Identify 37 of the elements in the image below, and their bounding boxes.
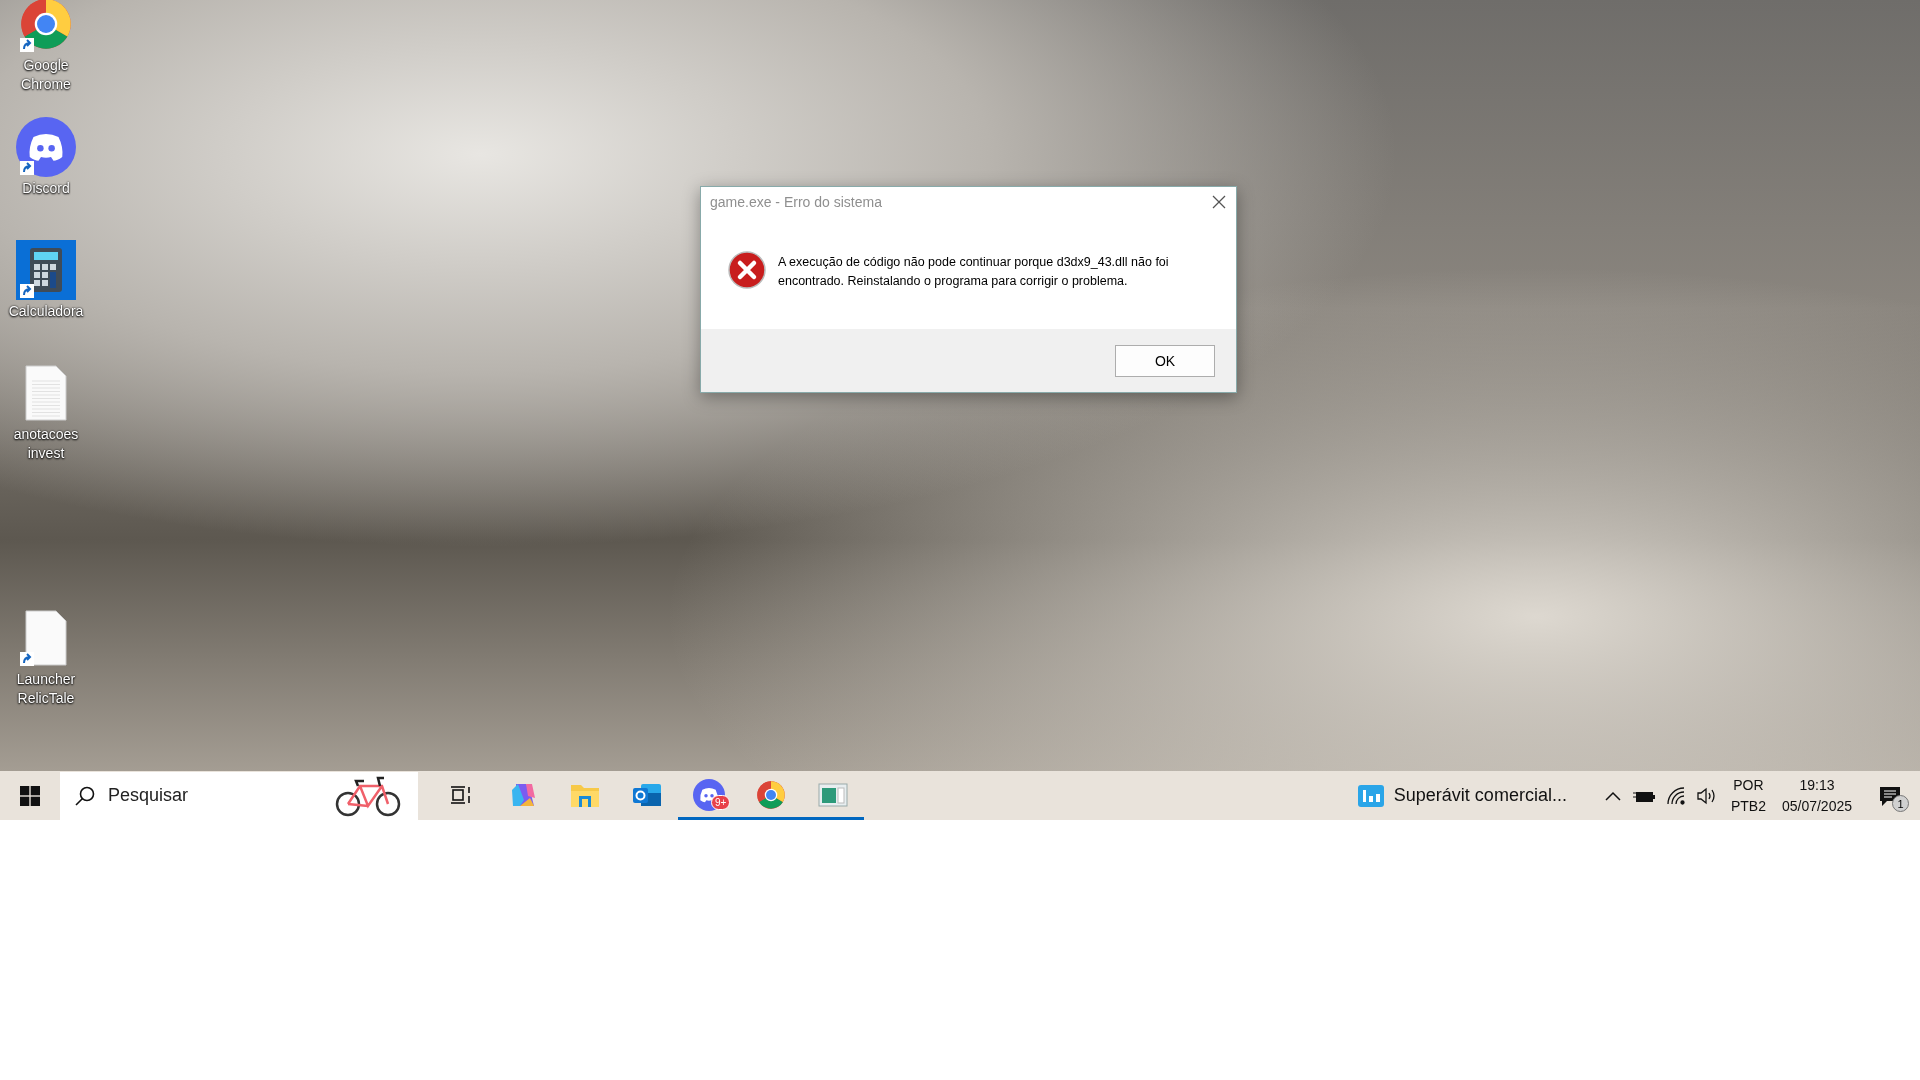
blank-file-icon bbox=[24, 610, 68, 666]
speaker-icon bbox=[1696, 786, 1717, 805]
language-code: PTB2 bbox=[1730, 796, 1766, 816]
news-chart-icon bbox=[1357, 784, 1384, 807]
calculator-icon bbox=[16, 240, 76, 300]
chrome-icon bbox=[756, 780, 786, 810]
news-headline: Superávit comercial... bbox=[1393, 785, 1567, 806]
mail-app-icon bbox=[632, 781, 662, 809]
notification-count: 1 bbox=[1892, 795, 1909, 812]
input-language-button[interactable]: POR PTB2 bbox=[1722, 774, 1774, 817]
search-icon bbox=[74, 784, 96, 807]
error-message: A execução de código não pode continuar porque d3dx9_43.dll não foi encontrado. Reinstalando o programa para corrigir o problema. bbox=[778, 254, 1170, 290]
ok-button[interactable]: OK bbox=[1115, 344, 1215, 377]
dialog-title: game.exe - Erro do sistema bbox=[710, 194, 882, 210]
document-icon bbox=[24, 365, 68, 421]
notification-center-button[interactable]: 1 bbox=[1860, 771, 1920, 820]
desktop-icon-label[interactable]: anotacoes invest bbox=[6, 425, 86, 463]
desktop-icon-label[interactable]: Launcher RelicTale bbox=[6, 670, 86, 708]
notification-badge: 9+ bbox=[711, 795, 731, 810]
language-code: POR bbox=[1733, 775, 1764, 795]
wifi-icon bbox=[1666, 786, 1685, 805]
taskbar-app-button[interactable]: 9+ bbox=[678, 771, 740, 820]
search-field[interactable]: Pesquisar bbox=[60, 771, 418, 820]
chevron-up-icon bbox=[1604, 790, 1621, 801]
chrome-icon bbox=[19, 0, 73, 51]
window-app-icon bbox=[818, 783, 848, 807]
news-widget[interactable]: Superávit comercial... bbox=[1351, 783, 1573, 808]
clock-time: 19:13 bbox=[1799, 775, 1835, 795]
clock-button[interactable]: 19:13 05/07/2025 bbox=[1773, 774, 1860, 817]
error-icon bbox=[728, 251, 766, 289]
folder-icon bbox=[570, 782, 600, 808]
clock-date: 05/07/2025 bbox=[1781, 796, 1852, 816]
task-view-icon bbox=[450, 784, 472, 806]
search-placeholder: Pesquisar bbox=[108, 785, 189, 806]
discord-icon bbox=[16, 117, 76, 177]
windows-logo-icon bbox=[20, 785, 40, 806]
close-icon bbox=[1212, 195, 1226, 209]
